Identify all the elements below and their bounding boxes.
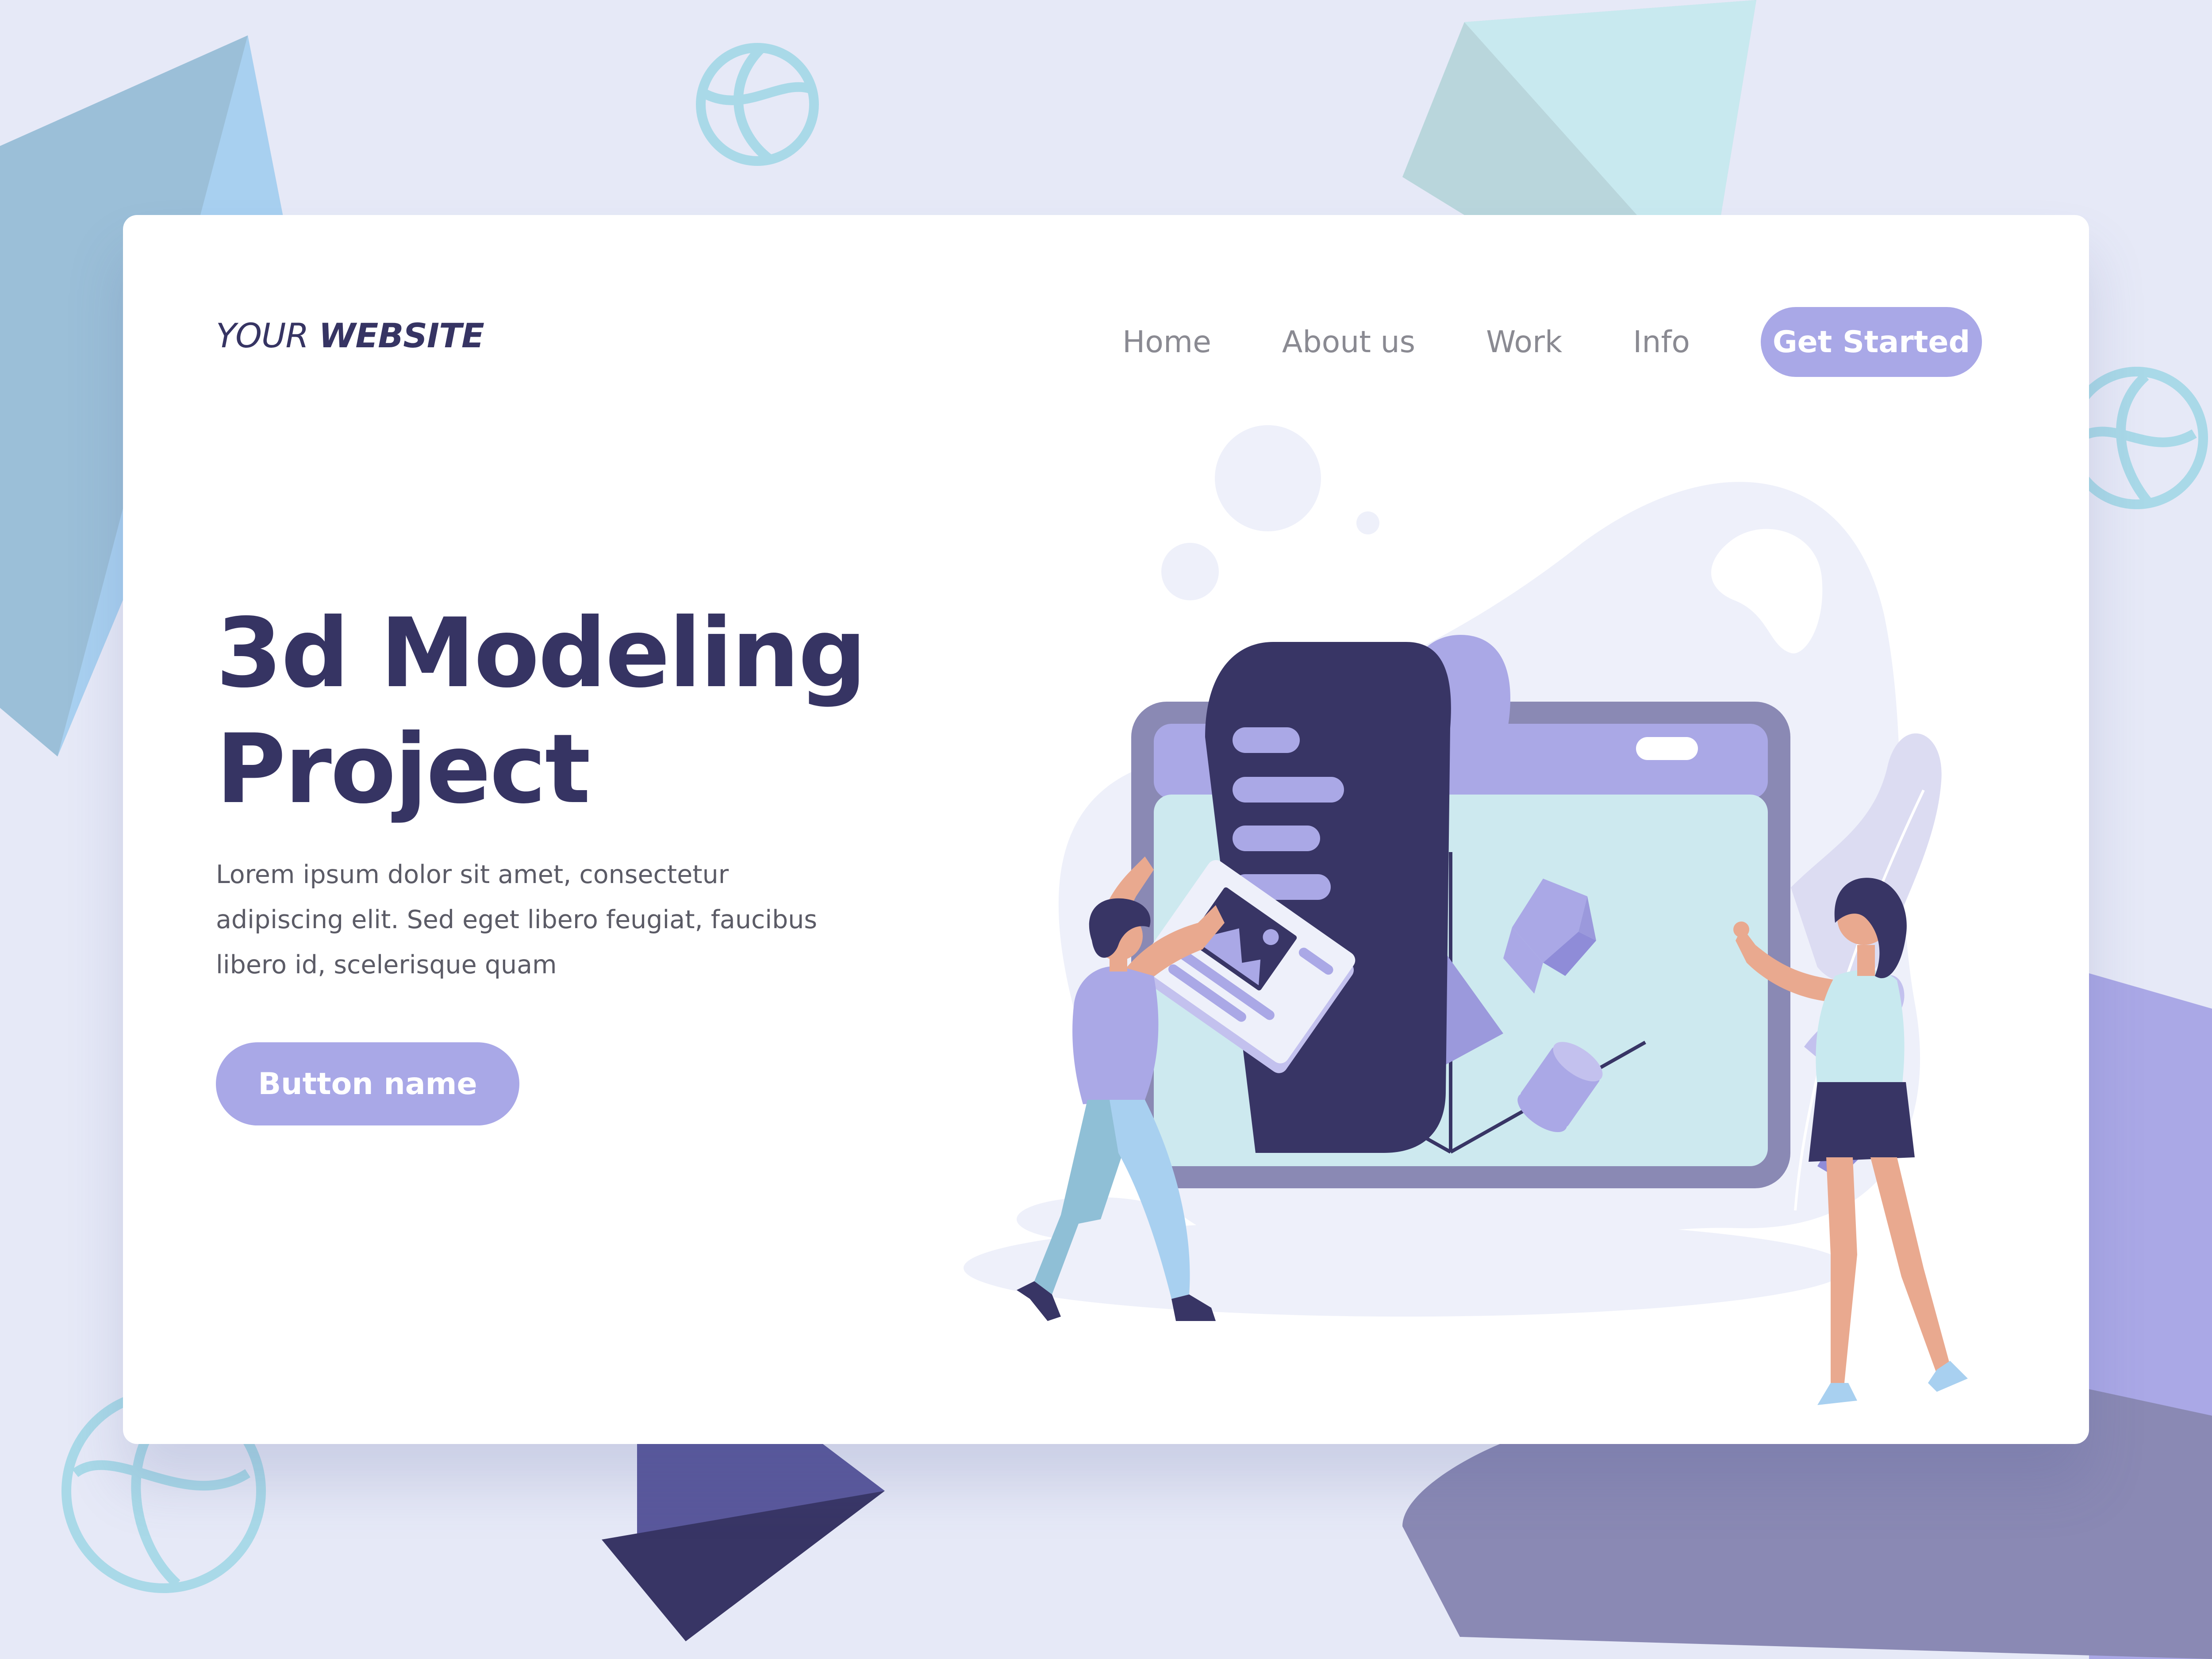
bubble-large <box>1215 425 1321 531</box>
woman-skirt <box>1809 1082 1915 1162</box>
woman-leg-right <box>1870 1157 1950 1374</box>
globe-icon-right <box>2066 367 2208 509</box>
woman-neck <box>1857 945 1875 976</box>
man-torso <box>1072 966 1159 1104</box>
scroll-line-1 <box>1233 727 1300 753</box>
bubble-small <box>1356 511 1379 534</box>
hero-illustration <box>964 425 1968 1405</box>
landing-page-card: YOUR WEBSITE Home About us Work Info Get… <box>123 215 2089 1444</box>
bubble-medium <box>1161 543 1219 600</box>
scroll-line-3 <box>1233 826 1320 851</box>
scroll-line-2 <box>1233 777 1344 803</box>
browser-window-button <box>1636 737 1698 760</box>
woman-hand <box>1733 922 1749 937</box>
woman-torso <box>1816 970 1905 1091</box>
woman-shoe-left <box>1817 1383 1857 1405</box>
globe-icon-top <box>696 43 819 166</box>
woman-leg-left <box>1826 1157 1857 1387</box>
